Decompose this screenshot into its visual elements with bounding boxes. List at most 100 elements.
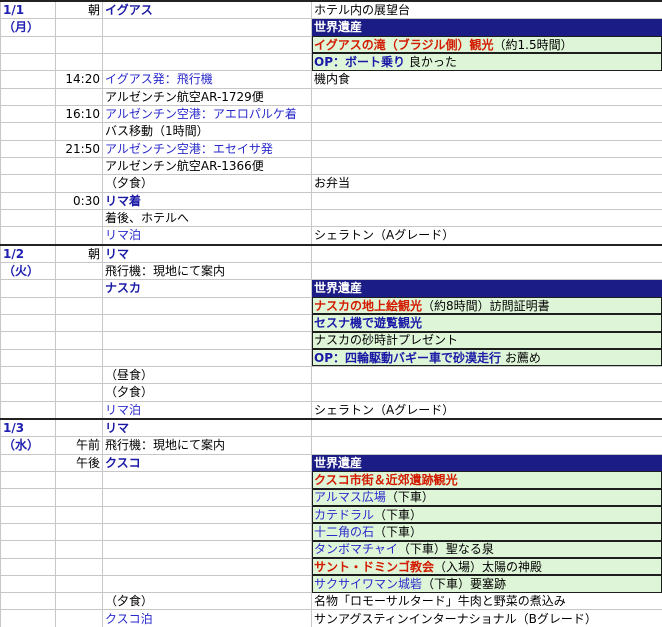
time-cell[interactable]: 朝	[55, 0, 103, 19]
note-cell[interactable]: シェラトン（Aグレード）	[311, 226, 662, 245]
schedule-cell[interactable]: リマ泊	[102, 400, 312, 419]
date-cell[interactable]	[0, 156, 56, 175]
date-cell[interactable]	[0, 383, 56, 402]
schedule-cell[interactable]: 飛行機：現地にて案内	[102, 261, 312, 280]
time-cell[interactable]	[55, 226, 103, 245]
schedule-cell[interactable]	[102, 522, 312, 541]
note-cell[interactable]: OP：ボート乗り 良かった	[311, 52, 662, 71]
date-cell[interactable]	[0, 609, 56, 627]
note-cell[interactable]	[311, 87, 662, 106]
schedule-cell[interactable]	[102, 348, 312, 367]
date-cell[interactable]: 1/2	[0, 243, 56, 263]
date-cell[interactable]	[0, 348, 56, 367]
schedule-cell[interactable]	[102, 505, 312, 524]
date-cell[interactable]	[0, 191, 56, 210]
time-cell[interactable]	[55, 279, 103, 298]
note-cell[interactable]	[311, 191, 662, 210]
note-cell[interactable]: シェラトン（Aグレード）	[311, 400, 662, 419]
note-cell[interactable]: サント・ドミンゴ教会（入場）太陽の神殿	[311, 557, 662, 576]
note-cell[interactable]	[311, 139, 662, 158]
schedule-cell[interactable]	[102, 470, 312, 489]
schedule-cell[interactable]: アルゼンチン航空AR-1366便	[102, 156, 312, 175]
schedule-cell[interactable]: （夕食）	[102, 383, 312, 402]
schedule-cell[interactable]: バス移動（1時間）	[102, 122, 312, 141]
time-cell[interactable]: 14:20	[55, 70, 103, 89]
schedule-cell[interactable]: アルゼンチン空港：アエロパルケ着	[102, 104, 312, 123]
note-cell[interactable]: 機内食	[311, 70, 662, 89]
date-cell[interactable]	[0, 139, 56, 158]
date-cell[interactable]	[0, 174, 56, 193]
time-cell[interactable]	[55, 156, 103, 175]
note-cell[interactable]: サンアグスティンインターナショナル（Bグレード）	[311, 609, 662, 627]
time-cell[interactable]	[55, 313, 103, 332]
schedule-cell[interactable]: （夕食）	[102, 174, 312, 193]
date-cell[interactable]	[0, 70, 56, 89]
date-cell[interactable]	[0, 52, 56, 71]
time-cell[interactable]	[55, 592, 103, 610]
date-cell[interactable]	[0, 453, 56, 472]
time-cell[interactable]	[55, 208, 103, 227]
date-cell[interactable]	[0, 279, 56, 298]
schedule-cell[interactable]: 着後、ホテルへ	[102, 208, 312, 227]
date-cell[interactable]	[0, 104, 56, 123]
time-cell[interactable]: 朝	[55, 243, 103, 263]
time-cell[interactable]	[55, 488, 103, 507]
note-cell[interactable]: お弁当	[311, 174, 662, 193]
time-cell[interactable]	[55, 122, 103, 141]
date-cell[interactable]	[0, 574, 56, 593]
note-cell[interactable]	[311, 122, 662, 141]
time-cell[interactable]	[55, 540, 103, 558]
schedule-cell[interactable]: リマ着	[102, 191, 312, 210]
date-cell[interactable]	[0, 226, 56, 245]
note-cell[interactable]: イグアスの滝（ブラジル側）観光（約1.5時間）	[311, 35, 662, 54]
date-cell[interactable]	[0, 522, 56, 541]
date-cell[interactable]: （水）	[0, 436, 56, 455]
note-cell[interactable]: 世界遺産	[311, 453, 662, 472]
time-cell[interactable]	[55, 261, 103, 280]
time-cell[interactable]: 午前	[55, 436, 103, 455]
note-cell[interactable]	[311, 243, 662, 263]
date-cell[interactable]	[0, 313, 56, 332]
schedule-cell[interactable]: （昼食）	[102, 365, 312, 384]
schedule-cell[interactable]: リマ	[102, 417, 312, 437]
schedule-cell[interactable]	[102, 296, 312, 315]
date-cell[interactable]: （月）	[0, 18, 56, 37]
time-cell[interactable]	[55, 348, 103, 367]
date-cell[interactable]	[0, 331, 56, 350]
schedule-cell[interactable]	[102, 574, 312, 593]
time-cell[interactable]	[55, 52, 103, 71]
note-cell[interactable]: セスナ機で遊覧観光	[311, 313, 662, 332]
schedule-cell[interactable]: リマ	[102, 243, 312, 263]
time-cell[interactable]: 午後	[55, 453, 103, 472]
note-cell[interactable]: ホテル内の展望台	[311, 0, 662, 19]
note-cell[interactable]: クスコ市街＆近郊遺跡観光	[311, 470, 662, 489]
schedule-cell[interactable]	[102, 557, 312, 576]
date-cell[interactable]	[0, 505, 56, 524]
time-cell[interactable]	[55, 296, 103, 315]
schedule-cell[interactable]	[102, 540, 312, 558]
note-cell[interactable]: ナスカの砂時計プレゼント	[311, 331, 662, 350]
schedule-cell[interactable]	[102, 18, 312, 37]
note-cell[interactable]	[311, 156, 662, 175]
date-cell[interactable]: 1/1	[0, 0, 56, 19]
note-cell[interactable]: 十二角の石（下車）	[311, 522, 662, 541]
schedule-cell[interactable]: アルゼンチン空港：エセイサ発	[102, 139, 312, 158]
date-cell[interactable]	[0, 540, 56, 558]
time-cell[interactable]	[55, 400, 103, 419]
schedule-cell[interactable]: アルゼンチン航空AR-1729便	[102, 87, 312, 106]
time-cell[interactable]: 21:50	[55, 139, 103, 158]
note-cell[interactable]	[311, 104, 662, 123]
schedule-cell[interactable]	[102, 35, 312, 54]
note-cell[interactable]	[311, 208, 662, 227]
time-cell[interactable]	[55, 35, 103, 54]
note-cell[interactable]: サクサイワマン城砦（下車）要塞跡	[311, 574, 662, 593]
date-cell[interactable]	[0, 488, 56, 507]
time-cell[interactable]	[55, 609, 103, 627]
schedule-cell[interactable]: イグアス	[102, 0, 312, 19]
date-cell[interactable]	[0, 122, 56, 141]
schedule-cell[interactable]: クスコ	[102, 453, 312, 472]
time-cell[interactable]	[55, 18, 103, 37]
schedule-cell[interactable]: （夕食）	[102, 592, 312, 610]
note-cell[interactable]: カテドラル（下車）	[311, 505, 662, 524]
schedule-cell[interactable]	[102, 52, 312, 71]
